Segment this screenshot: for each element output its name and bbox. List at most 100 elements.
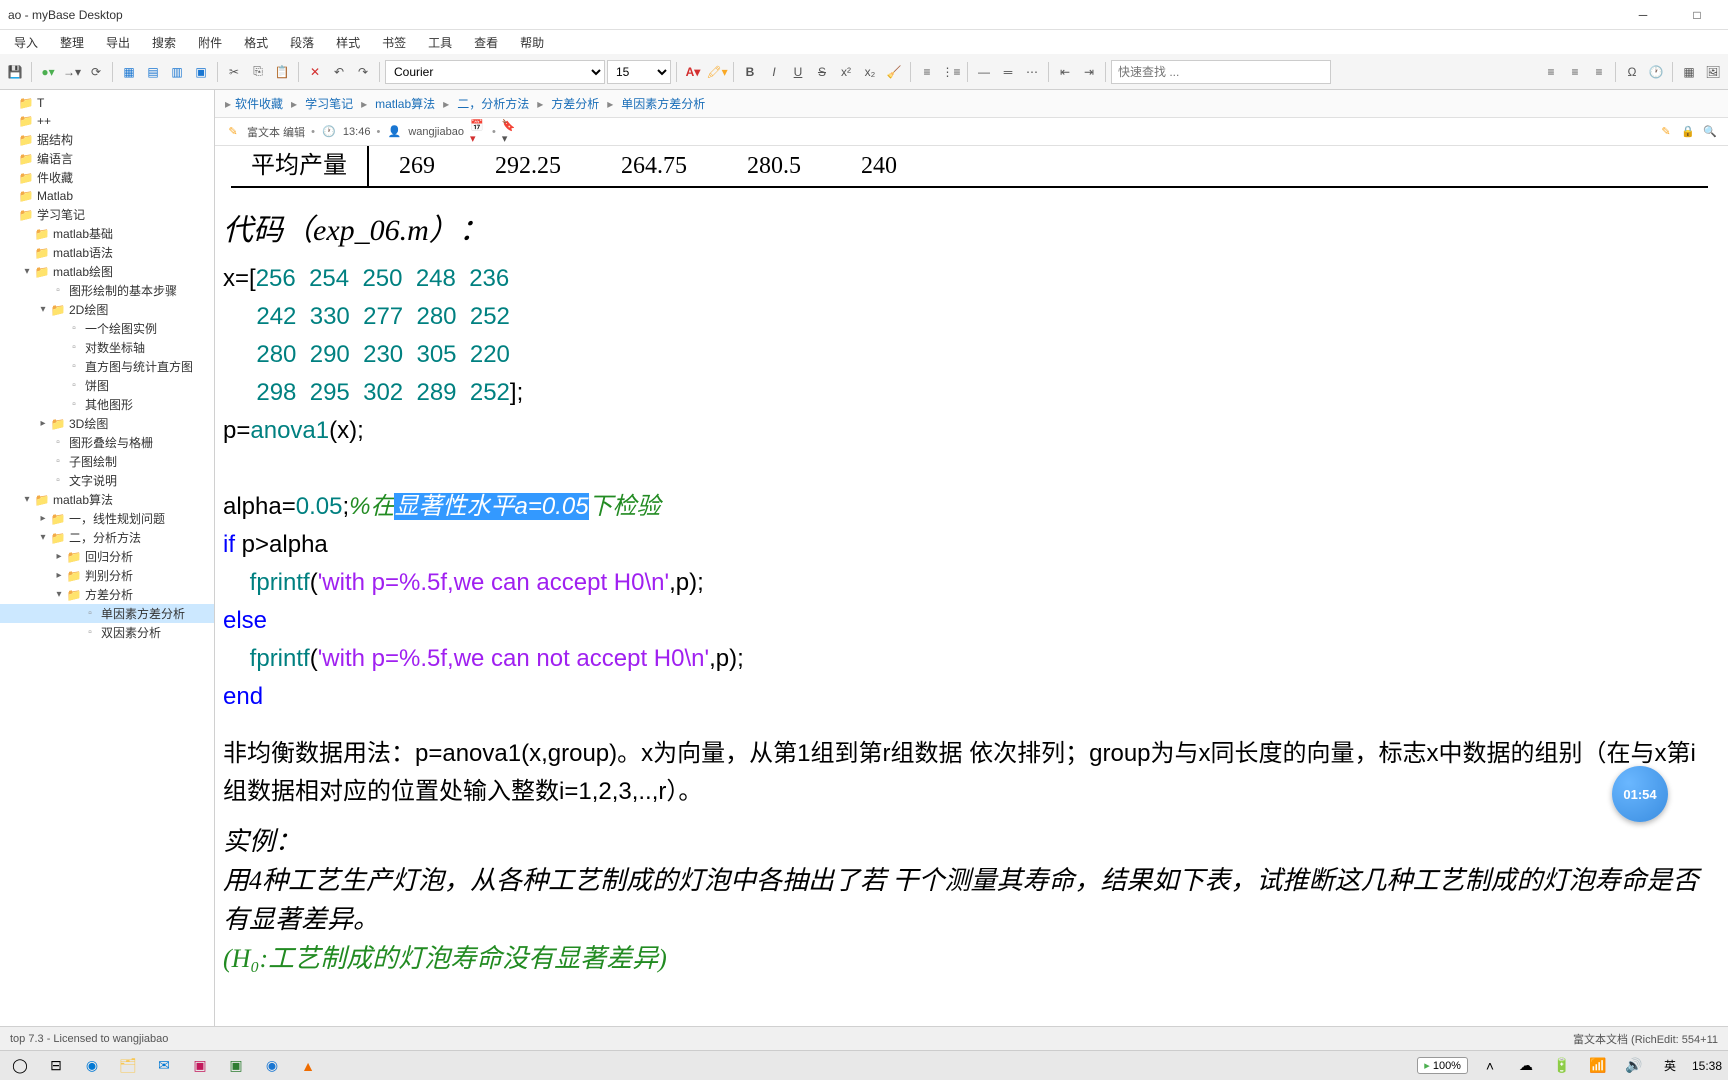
tray-battery-icon[interactable]: 🔋 (1548, 1054, 1576, 1078)
tree-item[interactable]: ▾📁matlab绘图 (0, 262, 214, 281)
tray-time[interactable]: 15:38 (1692, 1054, 1722, 1078)
chevron-icon[interactable]: ▾ (20, 494, 34, 505)
edge-icon[interactable]: ◉ (78, 1054, 106, 1078)
tag-icon[interactable]: 🔖▾ (502, 124, 518, 140)
align-left-icon[interactable]: ≡ (1540, 61, 1562, 83)
table-icon[interactable]: ▦ (1678, 61, 1700, 83)
highlight-color-icon[interactable]: 🖍▾ (706, 61, 728, 83)
tree-item[interactable]: ▫图形绘制的基本步骤 (0, 281, 214, 300)
info-search-icon[interactable]: 🔍 (1702, 124, 1718, 140)
code-block[interactable]: x=[256 254 250 248 236 242 330 277 280 2… (223, 261, 1708, 717)
menu-style[interactable]: 样式 (326, 32, 370, 53)
tray-cloud-icon[interactable]: ☁ (1512, 1054, 1540, 1078)
align-center-icon[interactable]: ≡ (1564, 61, 1586, 83)
save-icon[interactable]: 💾 (4, 61, 26, 83)
tree-item[interactable]: ▸📁回归分析 (0, 547, 214, 566)
breadcrumb-back-icon[interactable]: ▸ (225, 97, 231, 111)
menu-bookmark[interactable]: 书签 (372, 32, 416, 53)
minimize-button[interactable]: ─ (1620, 1, 1666, 29)
chevron-icon[interactable]: ▸ (36, 418, 50, 429)
menu-attachment[interactable]: 附件 (188, 32, 232, 53)
layout3-icon[interactable]: ▥ (166, 61, 188, 83)
tree-item[interactable]: 📁件收藏 (0, 168, 214, 187)
omega-icon[interactable]: Ω (1621, 61, 1643, 83)
tree-item[interactable]: 📁matlab语法 (0, 243, 214, 262)
info-edit-icon[interactable]: ✎ (1658, 124, 1674, 140)
layout1-icon[interactable]: ▦ (118, 61, 140, 83)
tree-item[interactable]: ▫图形叠绘与格栅 (0, 433, 214, 452)
sidebar-tree[interactable]: 📁T📁++📁据结构📁编语言📁件收藏📁Matlab📁学习笔记📁matlab基础📁m… (0, 90, 215, 1026)
tray-ime[interactable]: 英 (1656, 1054, 1684, 1078)
crumb-5[interactable]: 单因素方差分析 (621, 95, 705, 112)
tray-volume-icon[interactable]: 🔊 (1620, 1054, 1648, 1078)
hr1-icon[interactable]: — (973, 61, 995, 83)
tree-item[interactable]: ▫双因素分析 (0, 623, 214, 642)
outdent-icon[interactable]: ⇤ (1054, 61, 1076, 83)
tree-item[interactable]: 📁编语言 (0, 149, 214, 168)
tree-item[interactable]: 📁据结构 (0, 130, 214, 149)
menu-view[interactable]: 查看 (464, 32, 508, 53)
tree-item[interactable]: 📁++ (0, 112, 214, 130)
crumb-4[interactable]: 方差分析 (551, 95, 599, 112)
cut-icon[interactable]: ✂ (223, 61, 245, 83)
maximize-button[interactable]: □ (1674, 1, 1720, 29)
copy-icon[interactable]: ⎘ (247, 61, 269, 83)
excel-icon[interactable]: ▣ (222, 1054, 250, 1078)
app1-icon[interactable]: ▣ (186, 1054, 214, 1078)
tree-item[interactable]: ▸📁判别分析 (0, 566, 214, 585)
close-icon[interactable]: ✕ (304, 61, 326, 83)
menu-export[interactable]: 导出 (96, 32, 140, 53)
font-color-icon[interactable]: A▾ (682, 61, 704, 83)
new-icon[interactable]: ●▾ (37, 61, 59, 83)
tree-item[interactable]: ▫其他图形 (0, 395, 214, 414)
info-lock-icon[interactable]: 🔒 (1680, 124, 1696, 140)
zoom-indicator[interactable]: ▸100% (1417, 1057, 1468, 1074)
chevron-icon[interactable]: ▾ (36, 304, 50, 315)
tree-item[interactable]: ▸📁一，线性规划问题 (0, 509, 214, 528)
chevron-icon[interactable]: ▾ (52, 589, 66, 600)
clock-icon[interactable]: 🕐 (1645, 61, 1667, 83)
mail-icon[interactable]: ✉ (150, 1054, 178, 1078)
tree-item[interactable]: ▫文字说明 (0, 471, 214, 490)
font-select[interactable]: Courier (385, 60, 605, 84)
matlab-icon[interactable]: ▲ (294, 1054, 322, 1078)
hr3-icon[interactable]: ⋯ (1021, 61, 1043, 83)
list-ul-icon[interactable]: ⋮≡ (940, 61, 962, 83)
tray-up-icon[interactable]: ˄ (1476, 1054, 1504, 1078)
layout4-icon[interactable]: ▣ (190, 61, 212, 83)
menu-tools[interactable]: 工具 (418, 32, 462, 53)
clear-format-icon[interactable]: 🧹 (883, 61, 905, 83)
superscript-icon[interactable]: x² (835, 61, 857, 83)
chevron-icon[interactable]: ▾ (20, 266, 34, 277)
calendar-icon[interactable]: 📅▾ (470, 124, 486, 140)
floating-clock-widget[interactable]: 01:54 (1612, 766, 1668, 822)
crumb-0[interactable]: 软件收藏 (235, 95, 283, 112)
strike-icon[interactable]: S (811, 61, 833, 83)
chevron-icon[interactable]: ▾ (36, 532, 50, 543)
tree-item[interactable]: ▾📁matlab算法 (0, 490, 214, 509)
menu-paragraph[interactable]: 段落 (280, 32, 324, 53)
tree-item[interactable]: ▾📁2D绘图 (0, 300, 214, 319)
tree-item[interactable]: ▫直方图与统计直方图 (0, 357, 214, 376)
font-size-select[interactable]: 15 (607, 60, 671, 84)
tree-item[interactable]: ▾📁二，分析方法 (0, 528, 214, 547)
tray-wifi-icon[interactable]: 📶 (1584, 1054, 1612, 1078)
tree-item[interactable]: 📁Matlab (0, 187, 214, 205)
app2-icon[interactable]: ◉ (258, 1054, 286, 1078)
forward-icon[interactable]: →▾ (61, 61, 83, 83)
tree-item[interactable]: ▫单因素方差分析 (0, 604, 214, 623)
task-view-icon[interactable]: ⊟ (42, 1054, 70, 1078)
tree-item[interactable]: ▫一个绘图实例 (0, 319, 214, 338)
explorer-icon[interactable]: 🗂 (114, 1054, 142, 1078)
underline-icon[interactable]: U (787, 61, 809, 83)
tree-item[interactable]: 📁学习笔记 (0, 205, 214, 224)
tree-item[interactable]: ▫对数坐标轴 (0, 338, 214, 357)
tree-item[interactable]: ▸📁3D绘图 (0, 414, 214, 433)
menu-organize[interactable]: 整理 (50, 32, 94, 53)
crumb-3[interactable]: 二，分析方法 (457, 95, 529, 112)
start-icon[interactable]: ◯ (6, 1054, 34, 1078)
align-right-icon[interactable]: ≡ (1588, 61, 1610, 83)
tree-item[interactable]: ▾📁方差分析 (0, 585, 214, 604)
hr2-icon[interactable]: ═ (997, 61, 1019, 83)
layout2-icon[interactable]: ▤ (142, 61, 164, 83)
